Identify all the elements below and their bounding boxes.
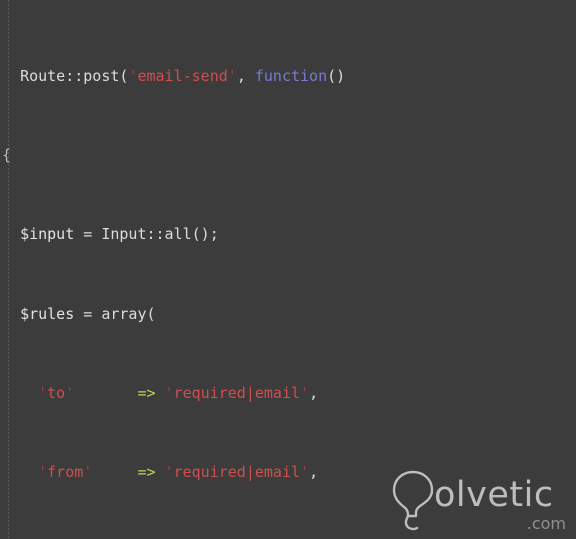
code-editor-viewport: Route::post('email-send', function() { $…: [0, 0, 576, 539]
code-line: 'to' => 'required|email',: [38, 384, 319, 403]
code-line: $input = Input::all();: [20, 225, 219, 244]
code-line: Route::post('email-send', function(): [20, 66, 346, 85]
code-line: {: [2, 145, 12, 164]
code-line: $rules = array(: [20, 304, 156, 323]
code-line: 'from' => 'required|email',: [38, 463, 319, 482]
code-block: Route::post('email-send', function() { $…: [0, 7, 576, 539]
